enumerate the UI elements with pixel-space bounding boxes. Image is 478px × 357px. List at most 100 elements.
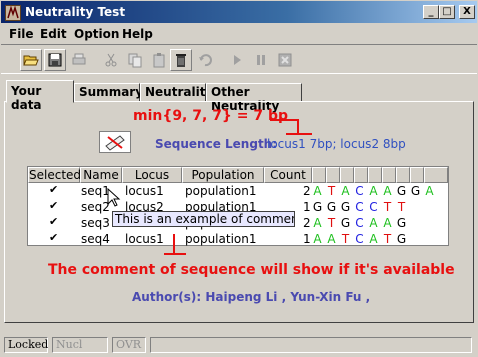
tab-your-data[interactable]: Your data <box>6 80 74 112</box>
column-header-locus[interactable]: Locus <box>122 167 182 183</box>
table-header: Selected Name Locus Population Count <box>28 167 448 183</box>
run-button[interactable] <box>226 49 248 71</box>
sequence-count: 2 <box>303 184 311 198</box>
column-header-site[interactable] <box>396 167 410 183</box>
nucleotide-base: C <box>355 184 364 198</box>
comment-tooltip: This is an example of comment <box>112 211 295 227</box>
close-button[interactable]: X <box>459 5 475 19</box>
save-disk-icon <box>48 53 62 67</box>
paste-icon <box>153 53 165 68</box>
nucleotide-base: A <box>341 184 350 198</box>
status-ovr: OVR <box>112 337 146 353</box>
status-bar: Locked Nucl OVR <box>0 333 478 357</box>
paste-button[interactable] <box>148 49 170 71</box>
printer-icon <box>72 53 86 65</box>
annotation-comment: The comment of sequence will show if it'… <box>48 262 455 278</box>
column-header-site[interactable] <box>410 167 424 183</box>
menu-help[interactable]: Help <box>122 27 153 41</box>
sequence-name: seq4 <box>81 232 110 246</box>
annotation-bracket-top <box>270 119 312 135</box>
annotation-bracket-bottom <box>164 234 186 255</box>
play-icon <box>234 55 241 65</box>
column-header-selected[interactable]: Selected <box>28 167 81 183</box>
sequence-length-label: Sequence Length: <box>155 137 278 151</box>
edit-sequence-button[interactable] <box>99 131 131 153</box>
column-header-site[interactable] <box>340 167 354 183</box>
column-header-site[interactable] <box>312 167 326 183</box>
selected-checkbox[interactable]: ✔ <box>49 216 60 228</box>
column-header-site[interactable] <box>382 167 396 183</box>
sequence-name: seq1 <box>81 184 110 198</box>
status-nucl: Nucl <box>52 337 108 353</box>
stop-button[interactable] <box>274 49 296 71</box>
nucleotide-base: T <box>383 232 392 246</box>
column-header-site[interactable] <box>424 167 448 183</box>
tab-other-neutrality[interactable]: Other Neutrality <box>206 83 302 113</box>
pencil-icon <box>105 135 125 151</box>
nucleotide-base: C <box>355 216 364 230</box>
column-header-count[interactable]: Count <box>264 167 312 183</box>
undo-button[interactable] <box>194 49 216 71</box>
nucleotide-base: T <box>327 184 336 198</box>
nucleotide-base: G <box>396 232 407 246</box>
copy-button[interactable] <box>124 49 146 71</box>
table-row[interactable]: ✔ seq4 locus1 population1 1 AATCATG <box>28 231 448 247</box>
sequence-locus: locus1 <box>125 232 164 246</box>
pause-button[interactable] <box>250 49 272 71</box>
sequence-table[interactable]: Selected Name Locus Population Count ✔ s… <box>27 166 449 246</box>
window-title: Neutrality Test <box>25 5 126 19</box>
minimize-button[interactable]: _ <box>423 5 439 19</box>
print-button[interactable] <box>68 49 90 71</box>
open-button[interactable] <box>20 49 42 71</box>
trash-icon <box>176 54 186 67</box>
mouse-pointer-icon <box>107 188 121 207</box>
nucleotide-base: G <box>312 200 323 214</box>
nucleotide-base: G <box>396 216 407 230</box>
selected-checkbox[interactable]: ✔ <box>49 184 60 196</box>
save-button[interactable] <box>44 49 66 71</box>
title-bar[interactable]: Neutrality Test _ □ X <box>0 0 478 24</box>
nucleotide-base: C <box>369 200 378 214</box>
sequence-count: 2 <box>303 216 311 230</box>
nucleotide-base: A <box>369 232 378 246</box>
sequence-count: 1 <box>303 200 311 214</box>
menu-option[interactable]: Option <box>74 27 119 41</box>
scissors-icon <box>105 53 117 67</box>
sequence-population: population1 <box>185 232 257 246</box>
app-icon <box>5 5 21 21</box>
column-header-site[interactable] <box>326 167 340 183</box>
sequence-population: population1 <box>185 184 257 198</box>
column-header-population[interactable]: Population <box>182 167 264 183</box>
sequence-length-value: locus1 7bp; locus2 8bp <box>267 137 406 151</box>
status-locked: Locked <box>4 337 48 353</box>
nucleotide-base: A <box>383 184 392 198</box>
cut-button[interactable] <box>100 49 122 71</box>
nucleotide-base: A <box>369 184 378 198</box>
nucleotide-base: T <box>397 200 406 214</box>
nucleotide-base: C <box>355 200 364 214</box>
delete-button[interactable] <box>170 49 192 71</box>
status-message <box>150 337 472 353</box>
nucleotide-base: A <box>425 184 434 198</box>
menu-edit[interactable]: Edit <box>40 27 67 41</box>
menu-file[interactable]: File <box>9 27 34 41</box>
selected-checkbox[interactable]: ✔ <box>49 232 60 244</box>
menu-bar: File Edit Option Help <box>1 24 477 44</box>
open-folder-icon <box>23 55 39 66</box>
authors-label: Author(s): Haipeng Li , Yun-Xin Fu , <box>132 290 371 304</box>
sequence-name: seq3 <box>81 216 110 230</box>
sequence-locus: locus1 <box>125 184 164 198</box>
column-header-name[interactable]: Name <box>80 167 122 183</box>
nucleotide-base: T <box>341 232 350 246</box>
tab-neutrality[interactable]: Neutrality <box>140 83 213 102</box>
selected-checkbox[interactable]: ✔ <box>49 200 60 212</box>
tab-summary[interactable]: Summary <box>74 83 143 102</box>
column-header-site[interactable] <box>354 167 368 183</box>
nucleotide-base: A <box>313 232 322 246</box>
sequence-name: seq2 <box>81 200 110 214</box>
column-header-site[interactable] <box>368 167 382 183</box>
maximize-button[interactable]: □ <box>439 5 455 19</box>
stop-icon <box>278 53 292 67</box>
table-row[interactable]: ✔ seq1 locus1 population1 2 ATACAAGGA <box>28 183 448 199</box>
annotation-min-length: min{9, 7, 7} = 7 bp <box>133 108 289 124</box>
